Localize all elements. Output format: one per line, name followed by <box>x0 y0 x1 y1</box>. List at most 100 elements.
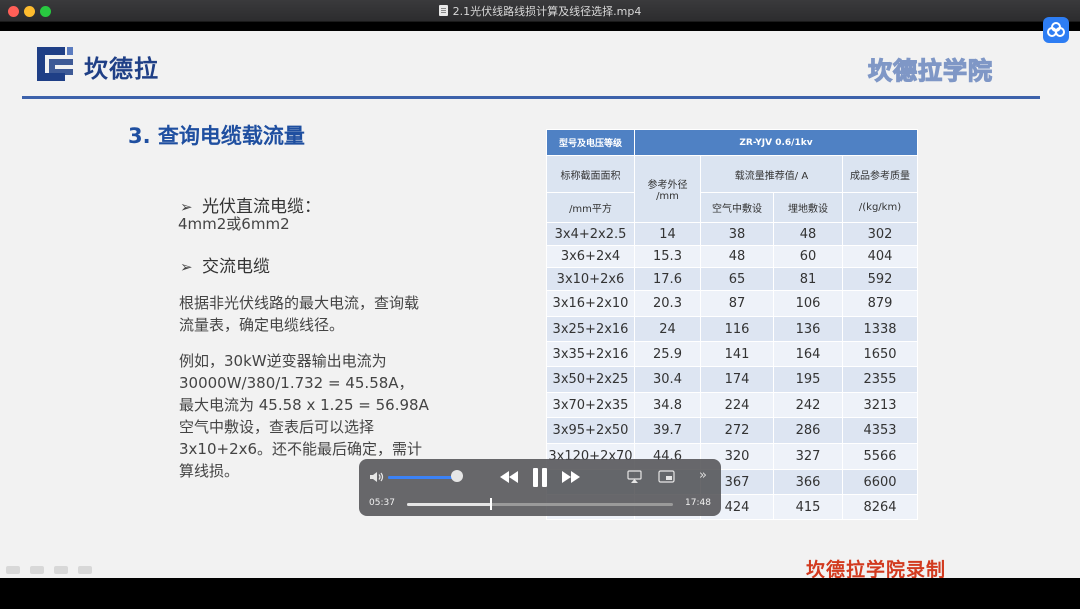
cell-air: 38 <box>700 222 774 246</box>
playback-progress-bar[interactable] <box>407 498 673 510</box>
cell-ground: 81 <box>773 267 843 291</box>
cell-mass: 1338 <box>842 316 918 342</box>
paragraph-line: 空气中敷设，查表后可以选择 <box>179 418 375 436</box>
playhead[interactable] <box>490 498 493 510</box>
window-title-text: 2.1光伏线路线损计算及线径选择.mp4 <box>452 5 642 18</box>
paragraph-line: 30000W/380/1.732 = 45.58A， <box>179 374 414 392</box>
cell-mass: 3213 <box>842 392 918 418</box>
cell-diameter: 17.6 <box>634 267 701 291</box>
title-bar[interactable]: 2.1光伏线路线损计算及线径选择.mp4 <box>0 0 1080 22</box>
brand-logo-text: 坎德拉 <box>84 55 159 83</box>
cell-diameter: 34.8 <box>634 392 701 418</box>
cell-ground: 366 <box>773 469 843 495</box>
table-row: 3x35+2x16 25.9 141 164 1650 <box>546 341 918 367</box>
col-header-air: 空气中敷设 <box>700 192 774 223</box>
cell-ground: 327 <box>773 443 843 470</box>
table-row: 3x95+2x50 39.7 272 286 4353 <box>546 417 918 444</box>
window-title: 2.1光伏线路线损计算及线径选择.mp4 <box>0 3 1080 19</box>
cell-diameter: 15.3 <box>634 245 701 268</box>
cell-section: 3x95+2x50 <box>546 417 635 444</box>
volume-icon[interactable] <box>369 471 385 483</box>
slide-toolbar <box>6 559 116 574</box>
cell-section: 3x10+2x6 <box>546 267 635 291</box>
cell-section: 3x4+2x2.5 <box>546 222 635 246</box>
cell-air: 65 <box>700 267 774 291</box>
cell-mass: 302 <box>842 222 918 246</box>
pause-button[interactable] <box>531 467 549 488</box>
cell-ground: 286 <box>773 417 843 444</box>
cell-section: 3x70+2x35 <box>546 392 635 418</box>
progress-played <box>407 503 492 506</box>
col-header-section-unit: /mm平方 <box>546 192 635 223</box>
col-header-mass-unit: /(kg/km) <box>842 192 918 223</box>
col-header-current: 载流量推荐值/ A <box>700 155 843 193</box>
cell-air: 141 <box>700 341 774 367</box>
rewind-button[interactable] <box>498 469 520 485</box>
cell-air: 174 <box>700 366 774 393</box>
cell-air: 87 <box>700 290 774 317</box>
cell-mass: 5566 <box>842 443 918 470</box>
playback-controls[interactable]: » 05:37 17:48 <box>359 459 721 516</box>
more-options-button[interactable]: » <box>699 468 711 484</box>
cell-diameter: 39.7 <box>634 417 701 444</box>
cell-ground: 415 <box>773 494 843 520</box>
table-row: 3x6+2x4 15.3 48 60 404 <box>546 245 918 268</box>
cell-mass: 2355 <box>842 366 918 393</box>
bullet-detail: 4mm2或6mm2 <box>178 215 290 233</box>
brand-logo-icon <box>37 47 73 81</box>
cell-diameter: 20.3 <box>634 290 701 317</box>
col-header-ground: 埋地敷设 <box>773 192 843 223</box>
table-row: 3x10+2x6 17.6 65 81 592 <box>546 267 918 291</box>
table-row: 3x16+2x10 20.3 87 106 879 <box>546 290 918 317</box>
paragraph-line: 根据非光伏线路的最大电流，查询载 <box>179 294 420 312</box>
cell-ground: 242 <box>773 392 843 418</box>
picture-in-picture-button[interactable] <box>658 470 675 483</box>
fast-forward-button[interactable] <box>560 469 582 485</box>
toolbar-icon <box>78 566 92 574</box>
cloud-app-button[interactable] <box>1043 17 1069 43</box>
toolbar-icon <box>6 566 20 574</box>
total-time: 17:48 <box>685 498 711 508</box>
paragraph-line: 流量表，确定电缆线径。 <box>179 316 345 334</box>
cell-air: 272 <box>700 417 774 444</box>
cell-mass: 879 <box>842 290 918 317</box>
player-window: 2.1光伏线路线损计算及线径选择.mp4 坎德拉 坎德拉学院 3. 查询电缆载流… <box>0 0 1080 609</box>
paragraph-line: 最大电流为 45.58 x 1.25 = 56.98A <box>179 396 429 414</box>
cell-ground: 195 <box>773 366 843 393</box>
table-header-spec: ZR-YJV 0.6/1kv <box>634 129 918 156</box>
cell-diameter: 14 <box>634 222 701 246</box>
table-row: 3x50+2x25 30.4 174 195 2355 <box>546 366 918 393</box>
bullet-arrow-icon: ➢ <box>180 258 193 276</box>
cell-diameter: 25.9 <box>634 341 701 367</box>
cell-section: 3x16+2x10 <box>546 290 635 317</box>
paragraph-instruction: 根据非光伏线路的最大电流，查询载 流量表，确定电缆线径。 <box>179 292 479 336</box>
cell-ground: 106 <box>773 290 843 317</box>
paragraph-line: 3x10+2x6。还不能最后确定，需计 <box>179 440 423 458</box>
cell-mass: 404 <box>842 245 918 268</box>
col-header-mass: 成品参考质量 <box>842 155 918 193</box>
cell-mass: 592 <box>842 267 918 291</box>
paragraph-line: 例如，30kW逆变器输出电流为 <box>179 352 387 370</box>
current-time: 05:37 <box>369 498 395 508</box>
volume-level <box>388 476 456 479</box>
cell-section: 3x35+2x16 <box>546 341 635 367</box>
cell-mass: 8264 <box>842 494 918 520</box>
table-row: 3x25+2x16 24 116 136 1338 <box>546 316 918 342</box>
cloud-icon <box>1047 22 1065 37</box>
col-header-section: 标称截面面积 <box>546 155 635 193</box>
cell-ground: 60 <box>773 245 843 268</box>
airplay-button[interactable] <box>627 470 642 484</box>
document-icon <box>438 5 448 16</box>
table-header-model: 型号及电压等级 <box>546 129 635 156</box>
volume-knob[interactable] <box>451 470 463 482</box>
cell-diameter: 30.4 <box>634 366 701 393</box>
cell-air: 224 <box>700 392 774 418</box>
table-row: 3x4+2x2.5 14 38 48 302 <box>546 222 918 246</box>
cell-ground: 164 <box>773 341 843 367</box>
academy-watermark: 坎德拉学院 <box>867 56 993 85</box>
col-header-diameter: 参考外径 /mm <box>634 155 701 223</box>
header-divider <box>22 96 1040 99</box>
bullet-text: 交流电缆 <box>202 257 270 277</box>
cell-ground: 48 <box>773 222 843 246</box>
section-title: 3. 查询电缆载流量 <box>128 124 305 148</box>
